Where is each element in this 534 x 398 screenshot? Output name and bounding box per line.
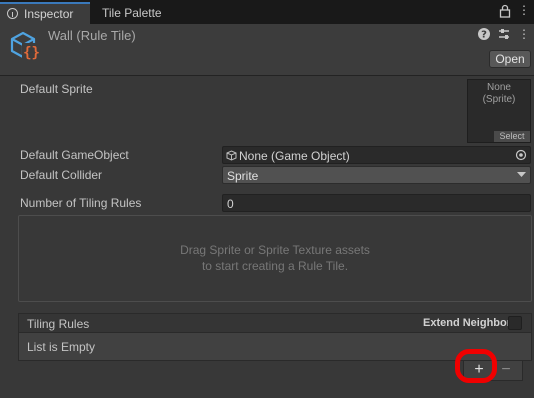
tiling-rules-count-label: Number of Tiling Rules [20, 196, 142, 210]
help-icon[interactable]: ? [477, 27, 491, 41]
tab-inspector[interactable]: Inspector [0, 2, 90, 24]
remove-rule-button[interactable]: − [495, 361, 517, 379]
drop-area-hint-line2: to start creating a Rule Tile. [201, 259, 349, 273]
info-icon [7, 8, 18, 19]
tiling-rules-list: List is Empty [18, 333, 532, 361]
gameobject-cube-icon [226, 150, 237, 161]
preset-icon[interactable] [497, 27, 511, 41]
sprite-select-button[interactable]: Select [494, 131, 530, 142]
gameobject-field[interactable]: None (Game Object) [222, 146, 531, 164]
drop-area-hint-line1: Drag Sprite or Sprite Texture assets [180, 243, 370, 257]
lock-icon[interactable] [499, 4, 511, 18]
gameobject-value: None (Game Object) [239, 149, 350, 163]
object-picker-icon[interactable] [515, 149, 527, 161]
default-sprite-label: Default Sprite [20, 82, 93, 96]
tab-tile-palette[interactable]: Tile Palette [90, 2, 185, 24]
extend-neighbor-label: Extend Neighbor [423, 317, 512, 329]
sprite-value: None (Sprite) [482, 82, 516, 105]
collider-value: Sprite [227, 169, 259, 183]
extend-neighbor-checkbox[interactable] [508, 316, 522, 330]
default-gameobject-label: Default GameObject [20, 148, 129, 162]
tiling-rules-title: Tiling Rules [27, 317, 90, 331]
svg-text:?: ? [481, 30, 487, 41]
overflow-icon[interactable]: ⋮ [518, 27, 530, 41]
tiling-rules-header: Tiling Rules Extend Neighbor [18, 313, 532, 333]
open-button[interactable]: Open [489, 50, 531, 68]
default-collider-label: Default Collider [20, 168, 103, 182]
svg-text:{}: {} [23, 45, 40, 61]
tiling-rules-count-input[interactable]: 0 [222, 194, 531, 212]
chevron-down-icon [517, 172, 526, 177]
rule-tile-icon: {} [10, 31, 41, 61]
tiling-rules-count-value: 0 [227, 197, 234, 211]
asset-name: Wall (Rule Tile) [48, 28, 136, 43]
list-empty-text: List is Empty [27, 340, 96, 354]
tab-inspector-label: Inspector [24, 7, 74, 21]
menu-icon[interactable]: ⋮ [518, 3, 530, 17]
collider-dropdown[interactable]: Sprite [222, 166, 531, 184]
tab-tile-palette-label: Tile Palette [102, 6, 162, 20]
drop-area-hint: Drag Sprite or Sprite Texture assets to … [18, 242, 532, 274]
highlight-annotation [455, 349, 497, 383]
